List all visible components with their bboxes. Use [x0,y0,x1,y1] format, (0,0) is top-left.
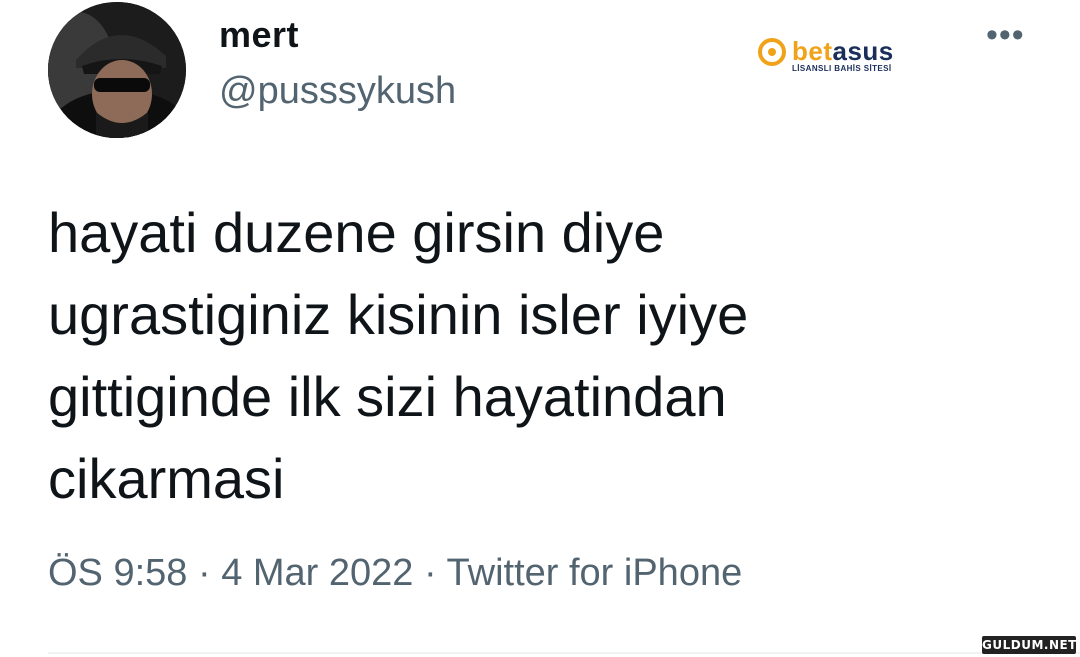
more-options-icon[interactable]: ••• [986,18,1025,52]
logo-brand-part1: bet [792,36,833,66]
tweet-text-line: ugrastiginiz kisinin isler iyiye [48,283,749,346]
tweet-date[interactable]: 4 Mar 2022 [221,552,413,594]
site-watermark: GULDUM.NET [982,636,1077,654]
logo-brand-part2: asus [832,36,894,66]
tweet-metadata: ÖS 9:58 · 4 Mar 2022 · Twitter for iPhon… [48,552,742,595]
tweet-text-line: cikarmasi [48,447,285,510]
meta-separator: · [424,552,437,594]
avatar[interactable] [48,2,186,138]
tweet-source[interactable]: Twitter for iPhone [447,552,743,594]
display-name[interactable]: mert [219,14,299,56]
tweet-time[interactable]: ÖS 9:58 [48,552,187,594]
tweet-text-line: gittiginde ilk sizi hayatindan [48,365,727,428]
tweet-text: hayati duzene girsin diye ugrastiginiz k… [48,192,968,520]
betasus-watermark-logo: betasus LİSANSLI BAHİS SİTESİ [758,36,908,80]
logo-ring-icon [758,38,786,66]
avatar-image [48,2,186,138]
logo-tagline: LİSANSLI BAHİS SİTESİ [792,64,892,73]
user-handle[interactable]: @pusssykush [219,70,456,113]
logo-brand: betasus [792,36,894,66]
tweet-text-line: hayati duzene girsin diye [48,201,665,264]
divider [48,652,1080,654]
meta-separator: · [197,552,211,594]
